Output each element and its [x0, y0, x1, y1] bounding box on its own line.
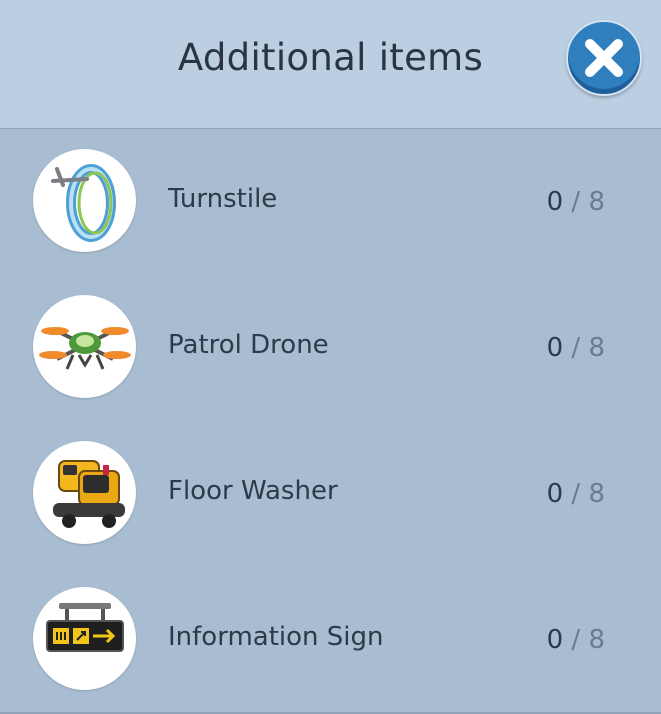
list-item[interactable]: Turnstile 0 / 8 [0, 129, 661, 275]
max-count: 8 [588, 333, 605, 363]
item-count: 0 / 8 [547, 625, 605, 655]
max-count: 8 [588, 187, 605, 217]
item-name: Patrol Drone [168, 330, 329, 360]
list-item[interactable]: Patrol Drone 0 / 8 [0, 275, 661, 421]
count-separator: / [571, 187, 581, 217]
items-list: Turnstile 0 / 8 Patrol Drone 0 / 8 Floor… [0, 129, 661, 713]
count-separator: / [571, 333, 581, 363]
owned-count: 0 [546, 625, 564, 655]
owned-count: 0 [546, 479, 564, 509]
information-sign-icon [33, 587, 136, 690]
count-separator: / [571, 479, 581, 509]
list-item[interactable]: Floor Washer 0 / 8 [0, 421, 661, 567]
panel-title: Additional items [177, 36, 484, 79]
additional-items-panel: Additional items Turnstile 0 / 8 Patrol … [0, 0, 661, 714]
turnstile-icon [33, 149, 136, 252]
item-name: Information Sign [168, 622, 384, 652]
item-count: 0 / 8 [547, 479, 605, 509]
owned-count: 0 [546, 187, 564, 217]
panel-header: Additional items [0, 0, 661, 129]
item-name: Turnstile [168, 184, 278, 214]
close-button[interactable] [566, 20, 642, 96]
floor-washer-icon [33, 441, 136, 544]
owned-count: 0 [546, 333, 564, 363]
max-count: 8 [588, 625, 605, 655]
item-name: Floor Washer [168, 476, 338, 506]
item-count: 0 / 8 [547, 333, 605, 363]
close-icon [585, 39, 623, 77]
list-item[interactable]: Information Sign 0 / 8 [0, 567, 661, 713]
item-count: 0 / 8 [547, 187, 605, 217]
max-count: 8 [588, 479, 605, 509]
drone-icon [33, 295, 136, 398]
count-separator: / [571, 625, 581, 655]
